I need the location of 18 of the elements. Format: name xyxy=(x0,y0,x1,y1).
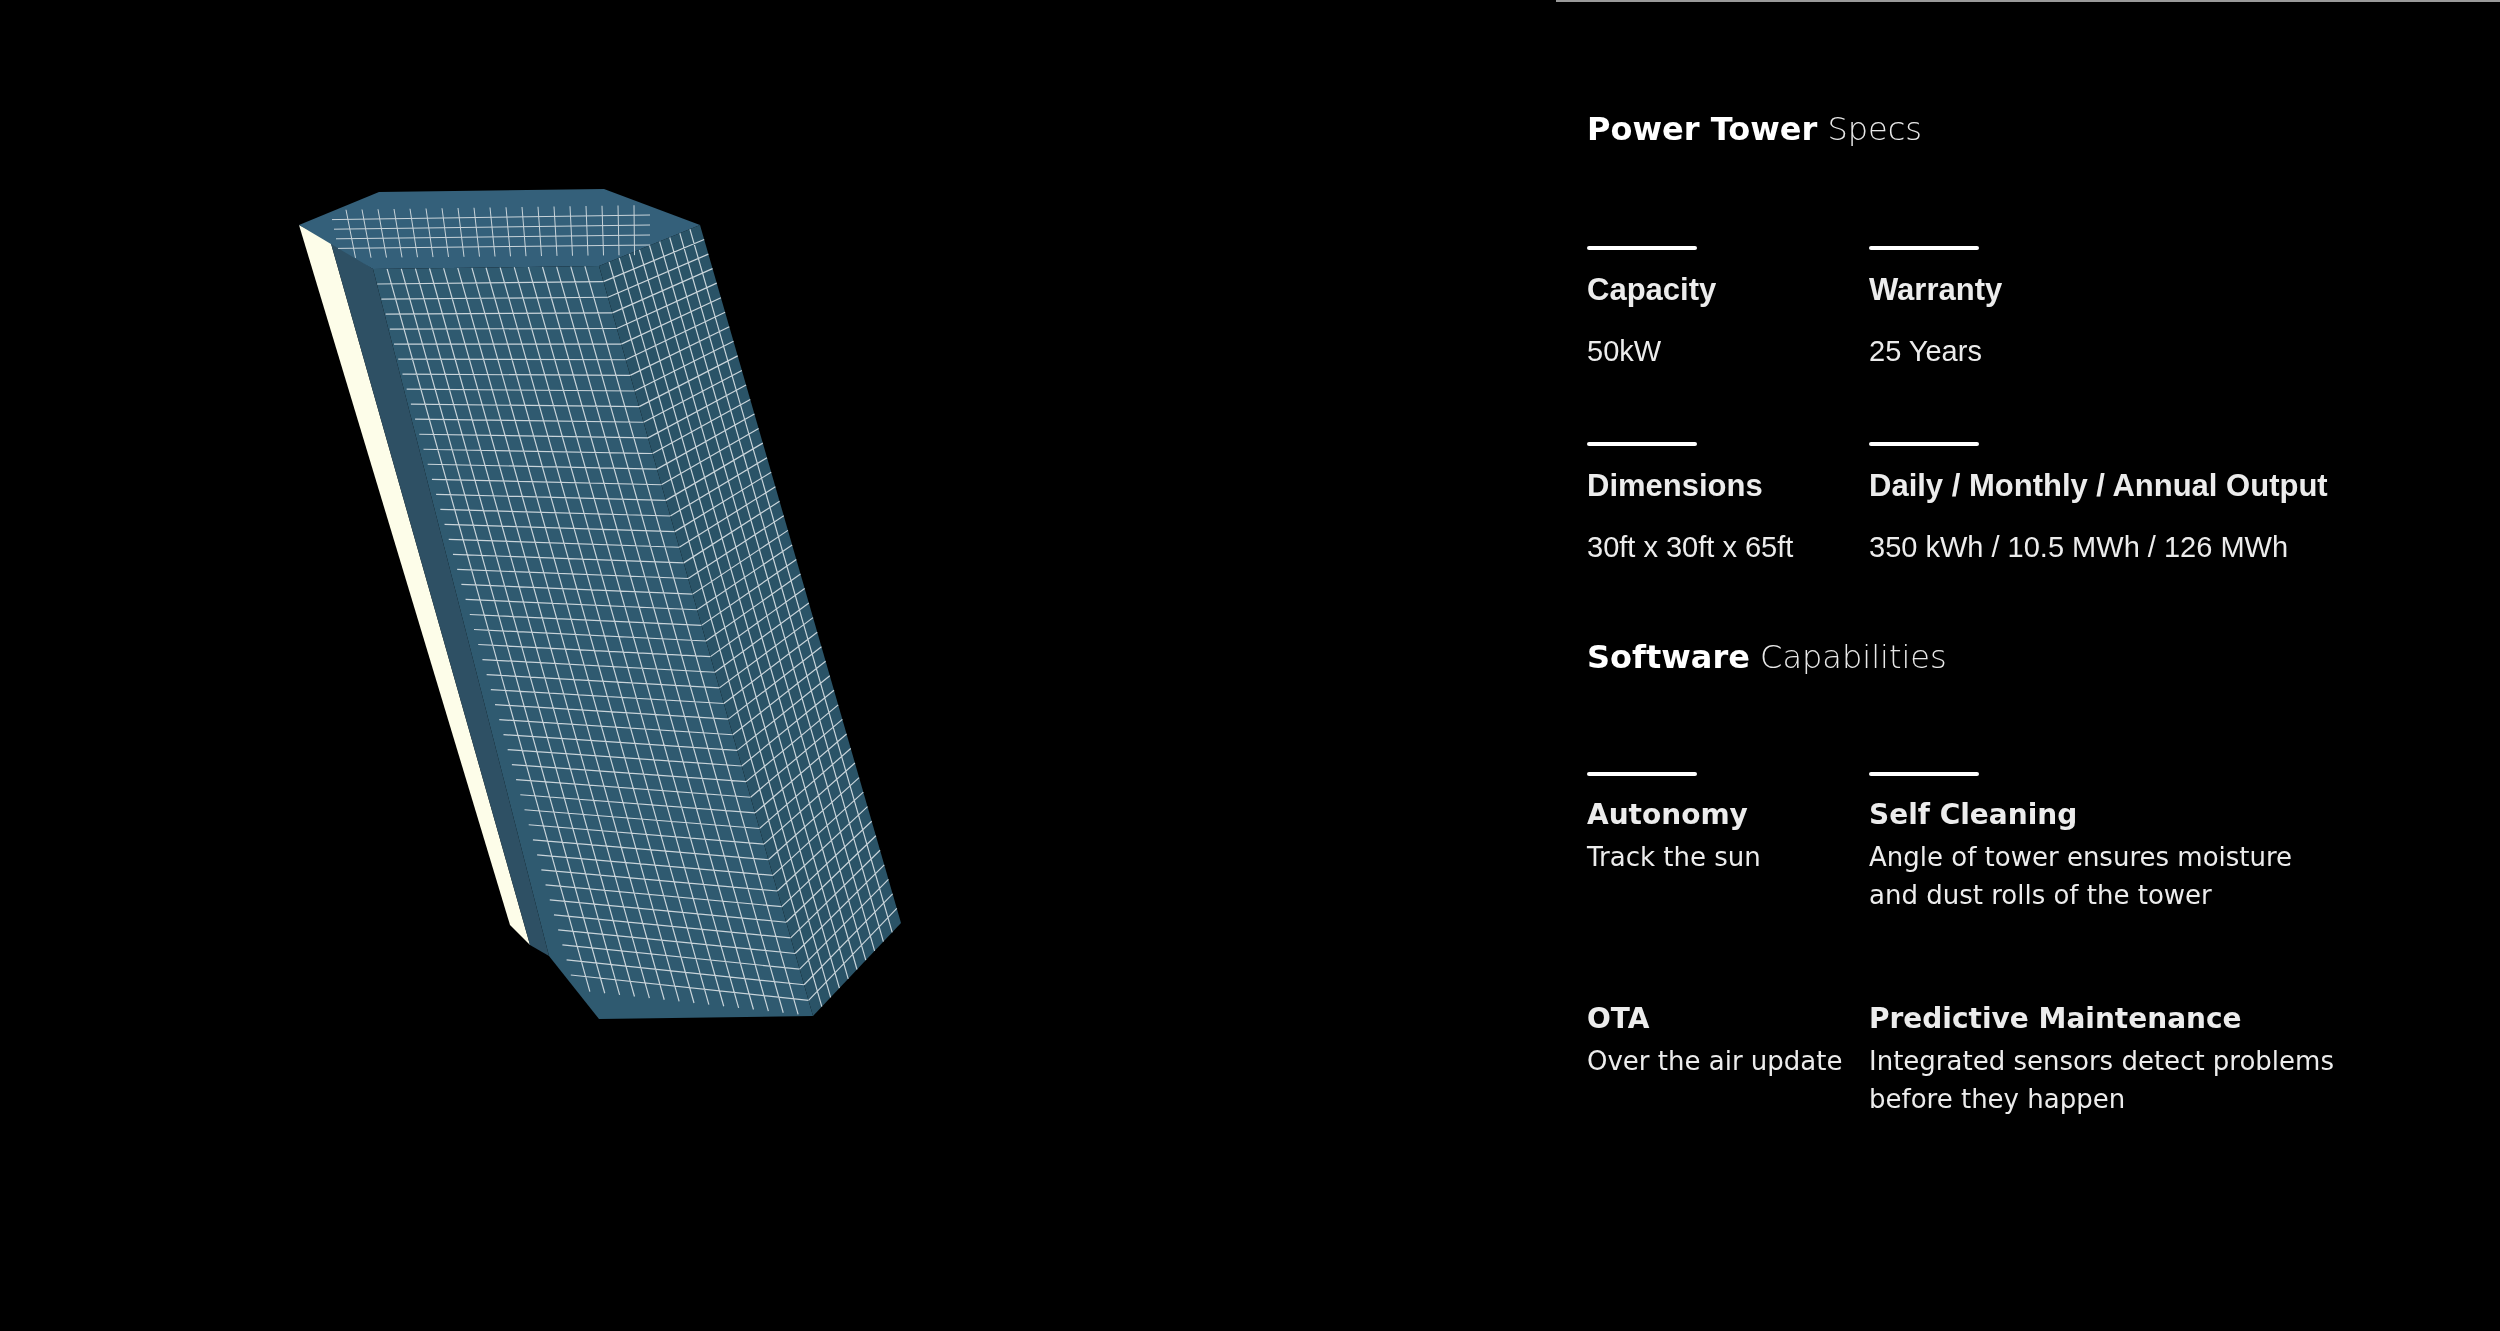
spec-label: OTA xyxy=(1587,1002,1650,1036)
spec-value: Over the air update xyxy=(1587,1045,1843,1079)
spec-value: 25 Years xyxy=(1869,334,1982,369)
spec-value: 50kW xyxy=(1587,334,1662,369)
spec-label: Autonomy xyxy=(1587,798,1748,832)
section-title: Power Tower Specs xyxy=(1587,110,1922,148)
spec-value: Integrated sensors detect problems before they happen xyxy=(1869,1045,2334,1117)
section-title: Software Capabilities xyxy=(1587,638,1947,677)
spec-label: Dimensions xyxy=(1587,468,1763,505)
spec-value: Track the sun xyxy=(1587,841,1761,875)
spec-label: Predictive Maintenance xyxy=(1869,1002,2242,1036)
spec-label: Self Cleaning xyxy=(1869,798,2078,832)
spec-value: 350 kWh / 10.5 MWh / 126 MWh xyxy=(1869,530,2289,566)
spec-value: 30ft x 30ft x 65ft xyxy=(1587,530,1794,566)
spec-label: Daily / Monthly / Annual Output xyxy=(1869,468,2328,505)
spec-label: Warranty xyxy=(1869,272,2003,308)
spec-value: Angle of tower ensures moisture and dust rolls of the tower xyxy=(1869,841,2293,912)
spec-label: Capacity xyxy=(1587,272,1717,308)
